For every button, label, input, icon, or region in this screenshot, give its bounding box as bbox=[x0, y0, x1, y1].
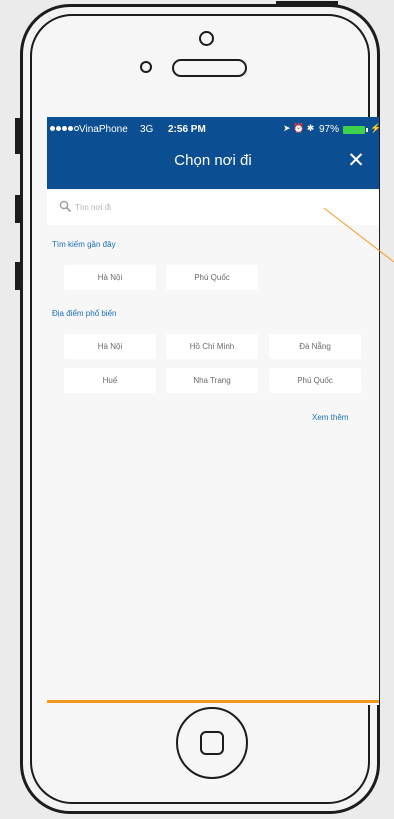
annotation-pointer-line bbox=[323, 207, 394, 263]
